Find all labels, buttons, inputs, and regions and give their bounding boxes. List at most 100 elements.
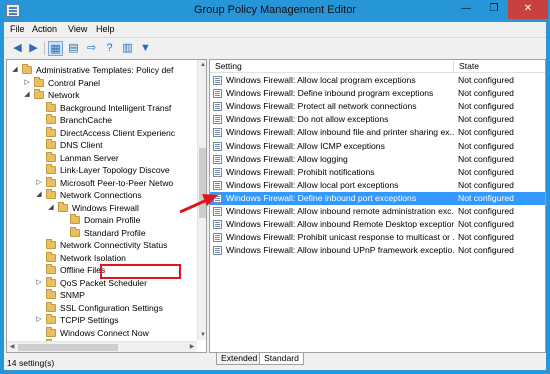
tree-item[interactable]: ◢ Network <box>7 89 197 101</box>
setting-name: Windows Firewall: Define inbound program… <box>226 88 434 99</box>
tree-scroll-thumb[interactable] <box>199 148 206 218</box>
tree-item[interactable]: ▷ TCPIP Settings <box>7 314 197 326</box>
expand-arrow-icon[interactable]: ◢ <box>35 189 43 201</box>
setting-state: Not configured <box>458 153 514 164</box>
setting-name: Windows Firewall: Allow local port excep… <box>226 179 399 190</box>
folder-icon <box>46 176 56 187</box>
expand-arrow-icon[interactable]: ◢ <box>47 202 55 214</box>
table-row[interactable]: Windows Firewall: Prohibit unicast respo… <box>210 231 545 244</box>
tree-hscroll-thumb[interactable] <box>18 344 118 351</box>
folder-icon <box>46 326 56 337</box>
setting-state: Not configured <box>458 166 514 177</box>
menu-action[interactable]: Action <box>32 24 57 34</box>
menu-file[interactable]: File <box>10 24 25 34</box>
setting-name: Windows Firewall: Allow inbound remote a… <box>226 206 454 216</box>
show-hide-tree-icon[interactable]: ▦ <box>48 41 63 56</box>
tree-item-label: DNS Client <box>60 140 103 150</box>
tree-horizontal-scrollbar[interactable]: ◀ ▶ <box>7 341 197 352</box>
properties-icon[interactable]: ▥ <box>120 41 135 56</box>
tree-item-label: DirectAccess Client Experienc <box>60 127 176 138</box>
help-icon[interactable]: ? <box>102 41 117 56</box>
status-bar: 14 setting(s) <box>7 358 55 368</box>
column-header-state[interactable]: State <box>454 60 545 73</box>
folder-icon <box>70 214 80 224</box>
setting-state: Not configured <box>458 127 514 138</box>
back-icon[interactable]: ◀ <box>10 41 25 56</box>
expand-arrow-icon[interactable]: ▷ <box>35 177 43 189</box>
table-row[interactable]: Windows Firewall: Define inbound port ex… <box>210 191 545 205</box>
table-row[interactable]: Windows Firewall: Prohibit notifications… <box>210 166 545 179</box>
settings-list-pane[interactable]: Setting State Windows Firewall: Allow lo… <box>209 59 546 353</box>
tree-item[interactable]: Network Isolation <box>7 251 197 264</box>
table-row[interactable]: Windows Firewall: Do not allow exception… <box>210 113 545 126</box>
show-hide-panel-icon[interactable]: ▤ <box>66 41 81 56</box>
tree-item[interactable]: Windows Connect Now <box>7 326 197 339</box>
tree-item[interactable]: Network Connectivity Status <box>7 239 197 251</box>
maximize-button[interactable]: ❐ <box>481 0 507 19</box>
policy-setting-icon <box>213 180 222 190</box>
table-row[interactable]: Windows Firewall: Protect all network co… <box>210 100 545 113</box>
table-row[interactable]: Windows Firewall: Allow local port excep… <box>210 179 545 192</box>
filter-icon[interactable]: ▼ <box>138 41 153 56</box>
tree-item[interactable]: ◢ Network Connections <box>7 189 197 201</box>
setting-state: Not configured <box>458 206 514 216</box>
tree-item[interactable]: Standard Profile <box>7 226 197 239</box>
forward-icon[interactable]: ▶ <box>26 41 41 56</box>
tab-standard[interactable]: Standard <box>259 353 304 365</box>
tree-item[interactable]: Lanman Server <box>7 151 197 164</box>
table-row[interactable]: Windows Firewall: Allow ICMP exceptions N… <box>210 140 545 153</box>
expand-arrow-icon[interactable]: ▷ <box>35 314 43 326</box>
tree-vertical-scrollbar[interactable]: ▲ ▼ <box>197 60 206 340</box>
table-row[interactable]: Windows Firewall: Define inbound program… <box>210 87 545 100</box>
tree-pane[interactable]: ◢ Administrative Templates: Policy def ▷ Co… <box>6 59 207 353</box>
scroll-up-icon[interactable]: ▲ <box>198 60 206 70</box>
folder-icon <box>46 251 56 262</box>
expand-arrow-icon[interactable]: ◢ <box>23 89 31 101</box>
expand-arrow-icon[interactable]: ◢ <box>11 64 19 76</box>
tree-item[interactable]: ▷ Control Panel <box>7 76 197 89</box>
tree-item[interactable]: SNMP <box>7 289 197 301</box>
expand-arrow-icon[interactable]: ▷ <box>35 277 43 289</box>
tree-item-label: SSL Configuration Settings <box>60 302 163 313</box>
title-bar[interactable]: Group Policy Management Editor — ❐ ✕ <box>0 0 550 22</box>
export-list-icon[interactable]: ⇨ <box>84 41 99 56</box>
tree-item[interactable]: SSL Configuration Settings <box>7 301 197 314</box>
setting-name: Windows Firewall: Allow inbound UPnP fra… <box>226 245 454 256</box>
table-row[interactable]: Windows Firewall: Allow inbound file and… <box>210 126 545 139</box>
column-header-setting[interactable]: Setting <box>210 60 454 73</box>
toolbar: ◀ ▶ ▦ ▤ ⇨ ? ▥ ▼ <box>4 37 546 58</box>
tree-item[interactable]: ◢ Administrative Templates: Policy def <box>7 64 197 76</box>
tab-extended[interactable]: Extended <box>216 353 263 365</box>
minimize-button[interactable]: — <box>452 0 480 19</box>
tree-item[interactable]: Link-Layer Topology Discove <box>7 164 197 176</box>
tree-item[interactable]: ◢ Windows Firewall <box>7 201 197 214</box>
scroll-left-icon[interactable]: ◀ <box>7 342 17 352</box>
tree-item-label: Lanman Server <box>60 152 119 163</box>
tree-item[interactable]: ▷ Microsoft Peer-to-Peer Netwo <box>7 176 197 189</box>
tree-item[interactable]: Domain Profile <box>7 214 197 226</box>
tree-item-label: Domain Profile <box>84 215 141 225</box>
folder-icon <box>46 264 56 274</box>
table-row[interactable]: Windows Firewall: Allow logging Not confi… <box>210 153 545 166</box>
scroll-down-icon[interactable]: ▼ <box>198 330 206 340</box>
expand-arrow-icon[interactable]: ▷ <box>23 77 31 89</box>
setting-name: Windows Firewall: Allow ICMP exceptions <box>226 140 385 151</box>
tree-item[interactable]: DNS Client <box>7 139 197 151</box>
folder-icon <box>58 201 68 212</box>
setting-state: Not configured <box>458 179 514 190</box>
scroll-right-icon[interactable]: ▶ <box>187 342 197 352</box>
policy-setting-icon <box>213 246 222 256</box>
tree-item[interactable]: Background Intelligent Transf <box>7 101 197 114</box>
close-button[interactable]: ✕ <box>508 0 548 19</box>
table-row[interactable]: Windows Firewall: Allow inbound remote a… <box>210 205 545 218</box>
table-row[interactable]: Windows Firewall: Allow inbound Remote D… <box>210 218 545 231</box>
setting-name: Windows Firewall: Allow logging <box>226 153 348 164</box>
table-row[interactable]: Windows Firewall: Allow local program ex… <box>210 74 545 87</box>
table-row[interactable]: Windows Firewall: Allow inbound UPnP fra… <box>210 244 545 257</box>
tree-item[interactable]: BranchCache <box>7 114 197 126</box>
tree-item[interactable]: DirectAccess Client Experienc <box>7 126 197 139</box>
menu-help[interactable]: Help <box>96 24 115 34</box>
policy-setting-icon <box>213 220 222 230</box>
setting-name: Windows Firewall: Define inbound port ex… <box>226 192 417 203</box>
menu-view[interactable]: View <box>68 24 87 34</box>
